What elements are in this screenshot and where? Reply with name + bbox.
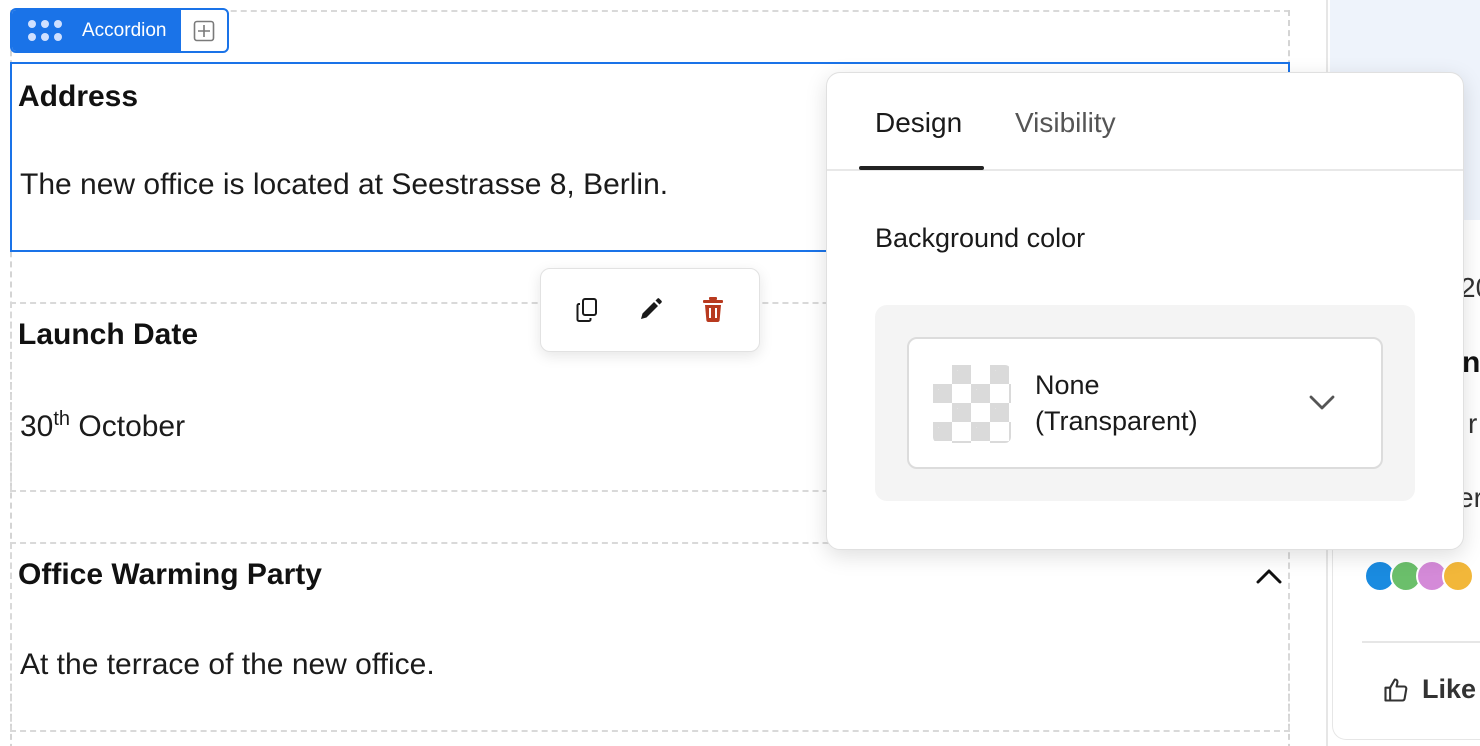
- selected-color-detail: (Transparent): [1035, 406, 1198, 436]
- accordion-item-office-party[interactable]: Office Warming Party At the terrace of t…: [10, 542, 1290, 732]
- feed-divider: [1362, 641, 1480, 643]
- feed-text-fragment: r: [1468, 408, 1478, 439]
- grid-icon: [193, 20, 214, 41]
- background-color-label: Background color: [875, 223, 1086, 253]
- accordion-title[interactable]: Address: [18, 80, 138, 114]
- selected-color-name: None: [1035, 370, 1100, 400]
- edit-button[interactable]: [630, 290, 670, 330]
- chevron-down-icon: [1309, 395, 1335, 410]
- idea-reaction-icon: [1442, 560, 1474, 592]
- tab-design[interactable]: Design: [875, 107, 962, 139]
- block-drag-handle[interactable]: Accordion: [12, 10, 181, 51]
- block-type-label: Accordion: [82, 19, 167, 41]
- copy-icon: [576, 298, 597, 322]
- transparent-swatch: [933, 365, 1011, 443]
- date-ordinal: th: [53, 408, 71, 430]
- delete-button[interactable]: [693, 290, 733, 330]
- duplicate-button[interactable]: [567, 290, 607, 330]
- like-button[interactable]: Like: [1382, 674, 1476, 705]
- like-label: Like: [1422, 674, 1477, 704]
- thumbs-up-icon: [1384, 677, 1408, 702]
- accordion-body: At the terrace of the new office.: [20, 648, 435, 681]
- chevron-up-icon[interactable]: [1252, 564, 1286, 588]
- accordion-block-toolbar[interactable]: Accordion: [10, 8, 229, 53]
- accordion-title[interactable]: Office Warming Party: [18, 558, 322, 592]
- trash-icon: [703, 297, 724, 323]
- feed-title-fragment: n: [1462, 346, 1480, 379]
- selected-color-value: None (Transparent): [1035, 367, 1198, 439]
- accordion-title[interactable]: Launch Date: [18, 318, 198, 352]
- reactions-row[interactable]: [1364, 560, 1474, 592]
- block-layout-button[interactable]: [181, 10, 227, 51]
- pencil-icon: [640, 298, 662, 319]
- accordion-body: 30th October: [20, 408, 185, 444]
- tab-visibility[interactable]: Visibility: [1015, 107, 1116, 139]
- date-day: 30: [20, 410, 54, 443]
- background-color-field: None (Transparent): [875, 305, 1415, 501]
- active-tab-indicator: [859, 166, 984, 170]
- accordion-body: The new office is located at Seestrasse …: [20, 168, 669, 201]
- background-color-select[interactable]: None (Transparent): [907, 337, 1383, 469]
- date-month: October: [70, 410, 186, 443]
- settings-tabs: Design Visibility: [827, 73, 1463, 171]
- settings-popover: Design Visibility Background color None …: [826, 72, 1464, 550]
- item-action-toolbar: [540, 268, 760, 352]
- drag-dots-icon: [28, 20, 62, 41]
